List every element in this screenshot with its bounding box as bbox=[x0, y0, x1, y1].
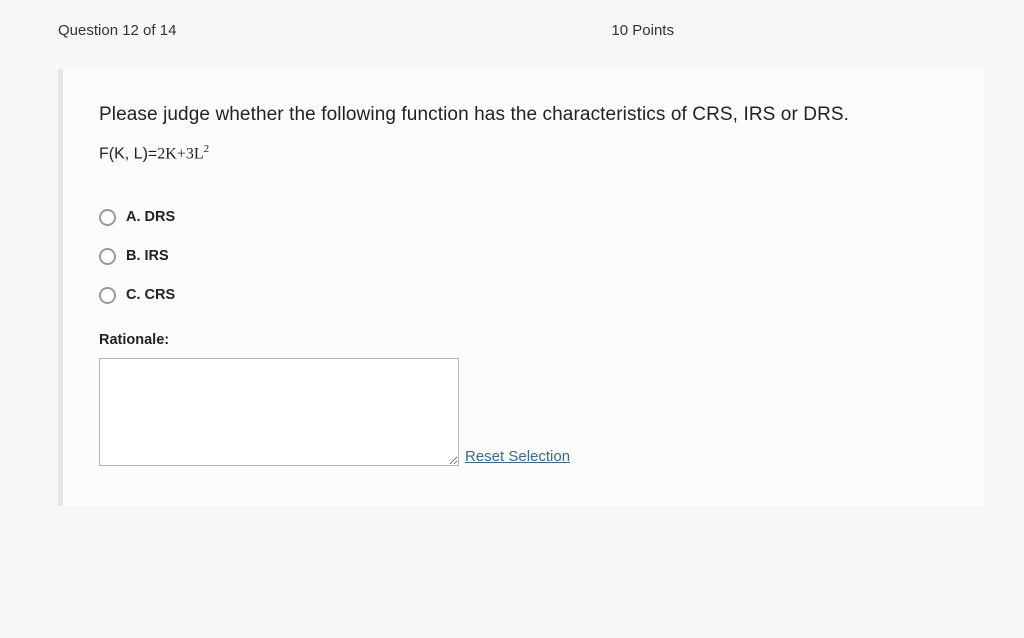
question-card: Please judge whether the following funct… bbox=[58, 69, 984, 506]
option-label: B. IRS bbox=[126, 248, 169, 264]
question-header: Question 12 of 14 10 Points bbox=[0, 0, 1024, 57]
question-points: 10 Points bbox=[611, 22, 674, 39]
reset-selection-link[interactable]: Reset Selection bbox=[465, 448, 570, 466]
option-a[interactable]: A. DRS bbox=[99, 209, 948, 226]
rationale-row: Reset Selection bbox=[99, 358, 948, 466]
option-c[interactable]: C. CRS bbox=[99, 287, 948, 304]
formula-body: 2K+3L bbox=[157, 145, 203, 162]
option-label: C. CRS bbox=[126, 287, 175, 303]
question-prompt: Please judge whether the following funct… bbox=[99, 101, 948, 129]
options-group: A. DRS B. IRS C. CRS bbox=[99, 209, 948, 304]
rationale-label: Rationale: bbox=[99, 332, 948, 348]
rationale-input[interactable] bbox=[99, 358, 459, 466]
formula-exponent: 2 bbox=[204, 143, 210, 155]
formula-prefix: F(K, L)= bbox=[99, 145, 157, 162]
rationale-block: Rationale: Reset Selection bbox=[99, 332, 948, 466]
question-formula: F(K, L)=2K+3L2 bbox=[99, 143, 948, 163]
option-b[interactable]: B. IRS bbox=[99, 248, 948, 265]
option-label: A. DRS bbox=[126, 209, 175, 225]
radio-icon bbox=[99, 287, 116, 304]
question-counter: Question 12 of 14 bbox=[58, 22, 176, 39]
radio-icon bbox=[99, 248, 116, 265]
radio-icon bbox=[99, 209, 116, 226]
